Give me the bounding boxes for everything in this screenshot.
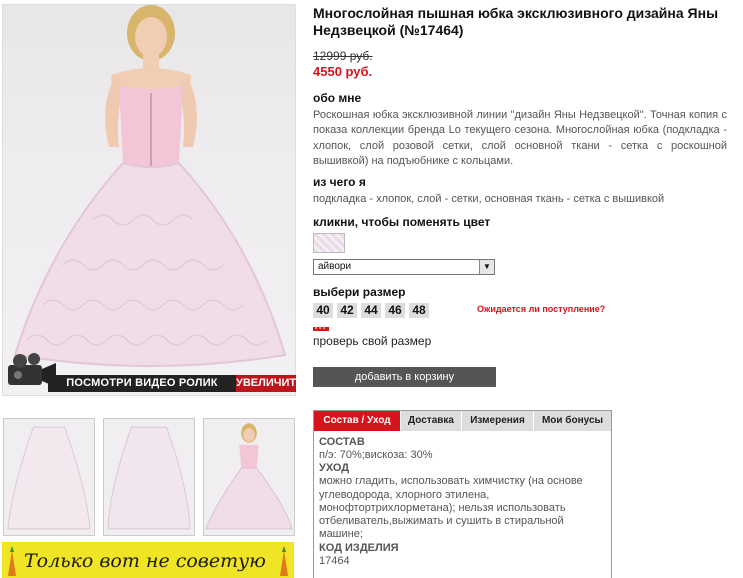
composition-heading: СОСТАВ — [319, 436, 365, 448]
tab-composition-care[interactable]: Состав / Уход — [314, 411, 401, 431]
material-heading: из чего я — [313, 175, 366, 189]
carrot-icon — [8, 546, 16, 576]
old-price: 12999 руб. — [313, 49, 373, 63]
code-value: 17464 — [319, 554, 350, 567]
carrot-icon — [280, 546, 288, 576]
info-tabs: Состав / Уход Доставка Измерения Мои бон… — [313, 410, 612, 578]
tab-bar: Состав / Уход Доставка Измерения Мои бон… — [314, 411, 611, 431]
size-option-46[interactable]: 46 — [385, 303, 405, 318]
model-in-dress-image — [13, 5, 287, 367]
size-option-40[interactable]: 40 — [313, 303, 333, 318]
composition-text: п/э: 70%;вискоза: 30% — [319, 449, 433, 461]
color-select[interactable]: айвори ▼ — [313, 259, 495, 275]
product-title: Многослойная пышная юбка эксклюзивного д… — [313, 5, 719, 38]
watch-video-button[interactable]: ПОСМОТРИ ВИДЕО РОЛИК — [48, 375, 236, 392]
current-price: 4550 руб. — [313, 64, 373, 79]
tab-content: СОСТАВ п/э: 70%;вискоза: 30% УХОД можно … — [314, 431, 611, 573]
about-text: Роскошная юбка эксклюзивной линии "дизай… — [313, 109, 727, 167]
size-options: 40 42 44 46 48 — [313, 303, 429, 318]
add-to-cart-button[interactable]: добавить в корзину — [313, 367, 496, 387]
zoom-button[interactable]: УВЕЛИЧИТЬ — [236, 375, 304, 392]
availability-link[interactable]: Ожидается ли поступление? — [477, 304, 605, 314]
color-select-value: айвори — [318, 261, 352, 272]
size-option-44[interactable]: 44 — [361, 303, 381, 318]
check-size-link[interactable]: проверь свой размер — [313, 334, 431, 348]
care-text: можно гладить, использовать химчистку (н… — [319, 475, 583, 541]
tab-bonuses[interactable]: Мои бонусы — [534, 411, 611, 431]
size-option-48[interactable]: 48 — [409, 303, 429, 318]
thumbnail-2[interactable] — [103, 418, 195, 536]
model-thumbnail-image — [205, 423, 293, 530]
size-option-42[interactable]: 42 — [337, 303, 357, 318]
color-heading: кликни, чтобы поменять цвет — [313, 215, 491, 229]
main-product-photo[interactable] — [2, 4, 296, 396]
color-swatch-ivory[interactable] — [313, 233, 345, 253]
tab-delivery[interactable]: Доставка — [401, 411, 462, 431]
promo-banner[interactable]: Только вот не советую — [2, 542, 294, 578]
banner-text: Только вот не советую — [24, 550, 266, 572]
about-heading: обо мне — [313, 91, 362, 105]
video-bar: ПОСМОТРИ ВИДЕО РОЛИК УВЕЛИЧИТЬ — [2, 347, 304, 394]
care-heading: УХОД — [319, 462, 350, 475]
size-heading: выбери размер — [313, 285, 406, 299]
skirt-thumbnail-image — [7, 426, 91, 530]
code-heading: КОД ИЗДЕЛИЯ — [319, 541, 399, 554]
measuring-tape-icon — [313, 327, 329, 331]
tab-measurements[interactable]: Измерения — [462, 411, 534, 431]
thumbnail-1[interactable] — [3, 418, 95, 536]
chevron-down-icon[interactable]: ▼ — [479, 260, 494, 274]
skirt-thumbnail-image — [107, 426, 191, 530]
thumbnail-3[interactable] — [203, 418, 295, 536]
material-text: подкладка - хлопок, слой - сетки, основн… — [313, 193, 665, 205]
